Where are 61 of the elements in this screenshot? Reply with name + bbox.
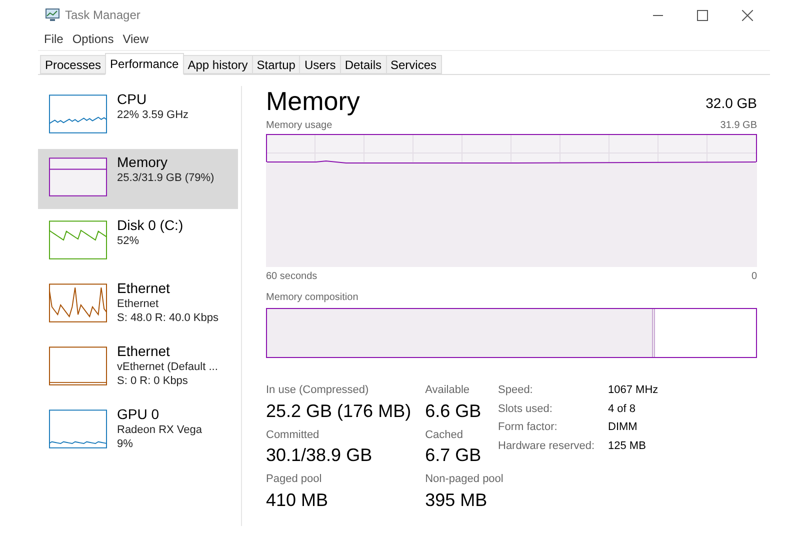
menu-item[interactable]: View: [120, 30, 152, 48]
stat-label: Non-paged pool: [425, 472, 504, 487]
chart-label: Memory usage: [266, 119, 332, 133]
item-detail: 25.3/31.9 GB (79%): [117, 171, 214, 185]
time-axis-end: 0: [751, 270, 757, 284]
detail-value: 4 of 8: [608, 402, 637, 416]
tab[interactable]: Details: [340, 55, 386, 74]
graph-thumbnail-icon: [49, 346, 107, 386]
detail-value: DIMM: [608, 420, 638, 435]
detail-label: Slots used:: [498, 402, 554, 416]
item-title: GPU 0: [117, 406, 160, 423]
item-detail: 52%: [117, 234, 140, 248]
stat-value: 25.2 GB (176 MB): [266, 400, 412, 422]
item-detail: S: 0 R: 0 Kbps: [117, 374, 189, 388]
tab[interactable]: Users: [299, 55, 341, 74]
detail-value: 125 MB: [608, 438, 647, 454]
item-title: Ethernet: [117, 343, 171, 360]
item-detail: vEthernet (Default ...: [117, 360, 218, 374]
tab[interactable]: Processes: [40, 55, 106, 74]
detail-value: 1067 MHz: [608, 383, 658, 398]
chart-max: 31.9 GB: [720, 119, 757, 133]
maximize-icon: [697, 10, 708, 20]
item-detail: S: 48.0 R: 40.0 Kbps: [117, 311, 219, 325]
stat-label: Paged pool: [266, 472, 323, 487]
item-title: Disk 0 (C:): [117, 217, 184, 234]
total-memory: 32.0 GB: [706, 94, 757, 113]
graph-thumbnail-icon: [49, 157, 107, 197]
detail-label: Form factor:: [498, 420, 558, 435]
graph-thumbnail-icon: [49, 94, 107, 134]
item-detail: Ethernet: [117, 297, 160, 311]
sidebar-item[interactable]: Memory 25.3/31.9 GB (79%): [38, 149, 238, 209]
item-title: Memory: [117, 154, 169, 171]
item-detail: 22% 3.59 GHz: [117, 108, 189, 122]
menu-item[interactable]: Options: [69, 30, 117, 48]
tab[interactable]: Performance: [105, 53, 184, 75]
composition-label: Memory composition: [266, 291, 360, 305]
stat-value: 395 MB: [425, 488, 488, 512]
stat-label: Cached: [425, 428, 464, 442]
graph-thumbnail-icon: [49, 409, 107, 449]
detail-label: Speed:: [498, 383, 534, 398]
item-detail: 9%: [117, 437, 134, 451]
item-detail: Radeon RX Vega: [117, 423, 202, 437]
tab[interactable]: Startup: [252, 55, 300, 74]
detail-label: Hardware reserved:: [498, 438, 596, 454]
minimize-icon: [652, 14, 662, 16]
page-title: Memory: [266, 86, 360, 116]
menu-item[interactable]: File: [41, 30, 66, 48]
stat-value: 410 MB: [266, 488, 330, 512]
item-title: Ethernet: [117, 280, 171, 297]
time-axis-start: 60 seconds: [266, 270, 318, 284]
close-icon: [742, 10, 753, 20]
app-icon: [44, 8, 60, 22]
stat-label: Committed: [266, 428, 320, 442]
graph-thumbnail-icon: [49, 220, 107, 260]
tab[interactable]: App history: [182, 55, 253, 74]
tab[interactable]: Services: [386, 55, 442, 74]
window-title: Task Manager: [65, 7, 140, 24]
item-title: CPU: [117, 91, 148, 108]
graph-thumbnail-icon: [49, 283, 107, 323]
stat-value: 30.1/38.9 GB: [266, 444, 374, 467]
stat-label: In use (Compressed): [266, 383, 370, 398]
